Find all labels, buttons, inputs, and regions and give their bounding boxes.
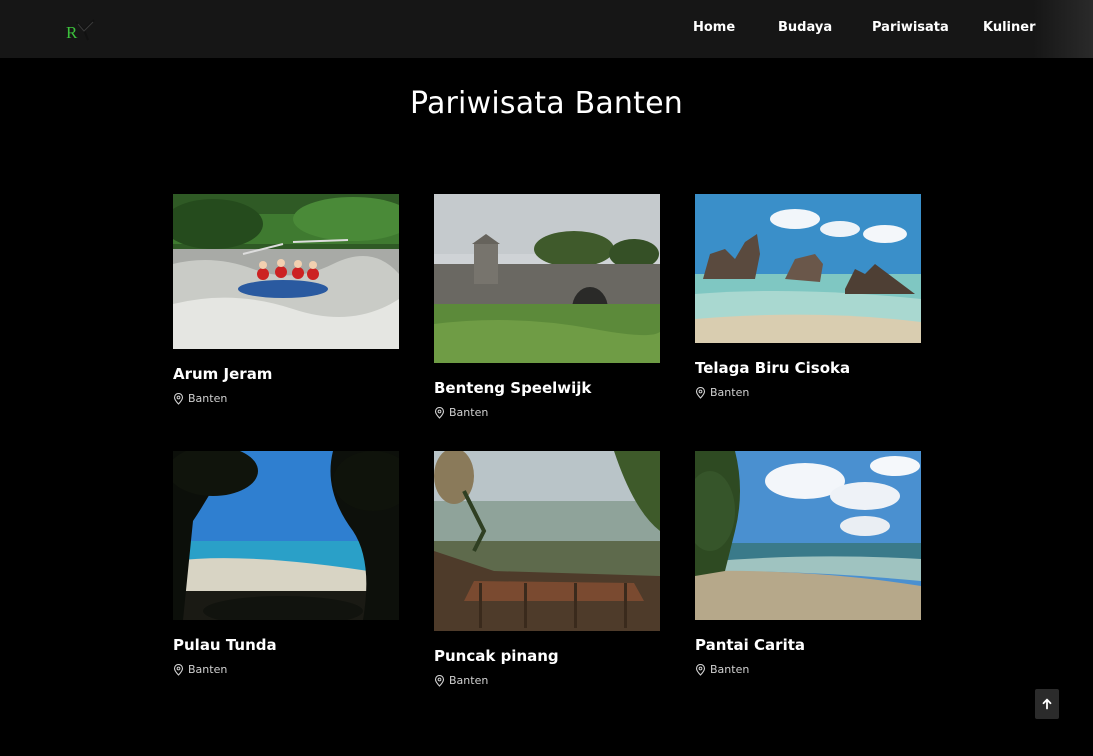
card-image[interactable] — [173, 194, 399, 349]
card-location-label: Banten — [449, 406, 489, 419]
nav-kuliner[interactable]: Kuliner — [983, 20, 1036, 35]
page-title: Pariwisata Banten — [410, 86, 683, 121]
card-location-label: Banten — [710, 386, 750, 399]
card-title[interactable]: Arum Jeram — [173, 365, 399, 383]
map-pin-icon — [173, 392, 184, 405]
card-location-label: Banten — [710, 663, 750, 676]
nav-pariwisata[interactable]: Pariwisata — [872, 20, 949, 35]
map-pin-icon — [434, 406, 445, 419]
card-location: Banten — [434, 406, 660, 419]
card-image[interactable] — [434, 194, 660, 363]
card-pulau-tunda[interactable]: Pulau Tunda Banten — [173, 451, 399, 676]
card-location-label: Banten — [188, 663, 228, 676]
card-image[interactable] — [173, 451, 399, 620]
card-title[interactable]: Puncak pinang — [434, 647, 660, 665]
card-puncak-pinang[interactable]: Puncak pinang Banten — [434, 451, 660, 687]
map-pin-icon — [695, 663, 706, 676]
back-to-top-button[interactable] — [1035, 689, 1059, 719]
card-location: Banten — [695, 663, 921, 676]
map-pin-icon — [173, 663, 184, 676]
card-image[interactable] — [695, 194, 921, 343]
main-nav: Home Budaya Pariwisata Kuliner — [0, 0, 1093, 58]
card-telaga-biru-cisoka[interactable]: Telaga Biru Cisoka Banten — [695, 194, 921, 399]
card-image[interactable] — [434, 451, 660, 631]
card-arum-jeram[interactable]: Arum Jeram Banten — [173, 194, 399, 405]
map-pin-icon — [434, 674, 445, 687]
arrow-up-icon — [1041, 695, 1053, 714]
card-pantai-carita[interactable]: Pantai Carita Banten — [695, 451, 921, 676]
nav-budaya[interactable]: Budaya — [778, 20, 832, 35]
card-location: Banten — [173, 392, 399, 405]
map-pin-icon — [695, 386, 706, 399]
card-title[interactable]: Benteng Speelwijk — [434, 379, 660, 397]
card-location: Banten — [173, 663, 399, 676]
card-location: Banten — [695, 386, 921, 399]
card-location-label: Banten — [188, 392, 228, 405]
card-title[interactable]: Pulau Tunda — [173, 636, 399, 654]
card-location: Banten — [434, 674, 660, 687]
card-title[interactable]: Telaga Biru Cisoka — [695, 359, 921, 377]
card-image[interactable] — [695, 451, 921, 620]
card-location-label: Banten — [449, 674, 489, 687]
card-benteng-speelwijk[interactable]: Benteng Speelwijk Banten — [434, 194, 660, 419]
nav-home[interactable]: Home — [693, 20, 735, 35]
card-title[interactable]: Pantai Carita — [695, 636, 921, 654]
